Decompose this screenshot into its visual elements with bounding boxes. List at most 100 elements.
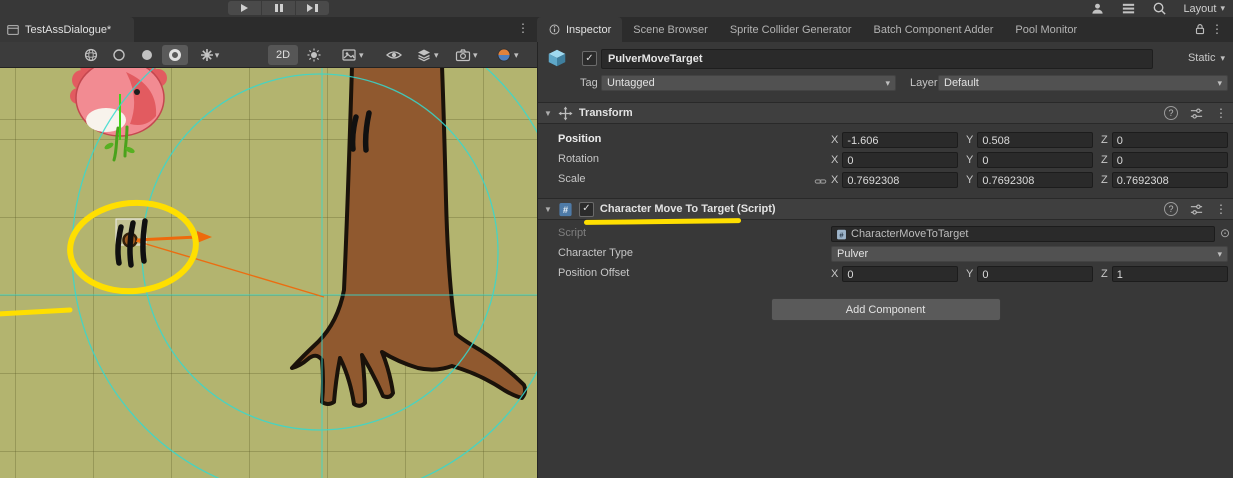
layers-icon: [416, 47, 432, 63]
eye-icon: [386, 47, 402, 63]
chevron-down-icon: ▾: [359, 51, 364, 60]
gameobject-name-field[interactable]: PulverMoveTarget: [601, 49, 1153, 69]
info-icon: [548, 23, 561, 36]
scene-view-tab[interactable]: TestAssDialogue*: [0, 17, 134, 42]
scene-toolbar: ▾ 2D ▾: [0, 42, 537, 68]
gameobject-cube-icon: [546, 47, 568, 69]
lock-icon[interactable]: [1193, 22, 1207, 36]
scene-lighting-button[interactable]: [306, 45, 322, 65]
scale-x-field[interactable]: 0.7692308: [842, 172, 958, 188]
character-type-dropdown[interactable]: Pulver ▾: [831, 246, 1228, 262]
camera-icon: [455, 47, 471, 63]
foldout-icon[interactable]: ▼: [544, 109, 552, 118]
x-axis-label: X: [831, 174, 838, 186]
tab-bar: TestAssDialogue* ⋮ Inspector Scene Brows…: [0, 17, 1233, 42]
tag-dropdown[interactable]: Untagged ▾: [601, 75, 896, 91]
script-label: Script: [558, 227, 586, 239]
component-menu-icon[interactable]: ⋮: [1215, 106, 1227, 120]
scene-tool-button-1[interactable]: [78, 45, 104, 65]
scene-tool-button-5[interactable]: ▾: [190, 45, 228, 65]
script-enabled-checkbox[interactable]: ✓: [579, 202, 594, 217]
step-button[interactable]: [296, 1, 329, 15]
object-picker-icon[interactable]: ⊙: [1220, 227, 1230, 239]
layer-value: Default: [944, 77, 1217, 89]
foldout-icon[interactable]: ▼: [544, 205, 552, 214]
component-menu-icon[interactable]: ⋮: [1215, 202, 1227, 216]
rotation-x-field[interactable]: 0: [842, 152, 958, 168]
play-icon: [241, 4, 248, 12]
rotation-y-field[interactable]: 0: [977, 152, 1093, 168]
inspector-menu-icon[interactable]: ⋮: [1211, 22, 1223, 36]
search-icon[interactable]: [1152, 1, 1167, 16]
account-icon[interactable]: [1090, 1, 1105, 16]
transform-header[interactable]: ▼ Transform ? ⋮: [538, 102, 1233, 124]
sun-icon: [306, 47, 322, 63]
scale-row: Scale X0.7692308 Y0.7692308 Z0.7692308: [538, 170, 1233, 190]
static-dropdown[interactable]: Static ▾: [1188, 52, 1225, 64]
yellow-annotations: [0, 198, 200, 314]
tag-value: Untagged: [607, 77, 885, 89]
x-axis-label: X: [831, 154, 838, 166]
gizmos-dropdown-button[interactable]: ▾: [496, 45, 519, 65]
scene-tool-button-3[interactable]: [134, 45, 160, 65]
scene-tab-menu-icon[interactable]: ⋮: [517, 21, 529, 35]
tab-scene-browser[interactable]: Scene Browser: [622, 17, 719, 42]
chevron-down-icon: ▾: [473, 51, 478, 60]
tab-sprite-collider-generator[interactable]: Sprite Collider Generator: [719, 17, 863, 42]
pause-button[interactable]: [262, 1, 296, 15]
scene-visibility-button[interactable]: [386, 45, 402, 65]
scale-y-field[interactable]: 0.7692308: [977, 172, 1093, 188]
link-constraint-icon[interactable]: [814, 175, 827, 188]
offset-z-field[interactable]: 1: [1112, 266, 1228, 282]
presets-icon[interactable]: [1189, 106, 1204, 121]
tab-label: Pool Monitor: [1015, 24, 1077, 36]
unity-editor-window: Layout ▾ TestAssDialogue* ⋮ Inspector Sc…: [0, 0, 1233, 478]
effects-dropdown-button[interactable]: ▾: [341, 45, 364, 65]
layer-dropdown[interactable]: Default ▾: [938, 75, 1228, 91]
script-component-header[interactable]: ▼ # ✓ Character Move To Target (Script) …: [538, 198, 1233, 220]
position-x-field[interactable]: -1.606: [842, 132, 958, 148]
layers-panel-icon[interactable]: [1121, 1, 1136, 16]
offset-x-field[interactable]: 0: [842, 266, 958, 282]
offset-y-field[interactable]: 0: [977, 266, 1093, 282]
script-value: CharacterMoveToTarget: [851, 228, 968, 240]
character-type-value: Pulver: [837, 248, 1217, 260]
chevron-down-icon: ▾: [1220, 4, 1225, 13]
scene-tool-button-2[interactable]: [106, 45, 132, 65]
help-icon[interactable]: ?: [1164, 202, 1178, 216]
play-button[interactable]: [228, 1, 262, 15]
top-toolbar: Layout ▾: [0, 0, 1233, 18]
svg-text:#: #: [563, 204, 569, 214]
camera-dropdown-button[interactable]: ▾: [455, 45, 478, 65]
scene-tool-button-4[interactable]: [162, 45, 188, 65]
rotation-z-field[interactable]: 0: [1112, 152, 1228, 168]
leaf-left: [103, 141, 114, 150]
scale-z-field[interactable]: 0.7692308: [1112, 172, 1228, 188]
tab-batch-component-adder[interactable]: Batch Component Adder: [863, 17, 1005, 42]
script-component-title: Character Move To Target (Script): [600, 203, 776, 215]
pause-icon: [275, 4, 283, 12]
tab-inspector[interactable]: Inspector: [537, 17, 622, 42]
gameobject-active-checkbox[interactable]: ✓: [582, 51, 597, 66]
script-object-field[interactable]: # CharacterMoveToTarget: [831, 226, 1215, 242]
presets-icon[interactable]: [1189, 202, 1204, 217]
y-axis-label: Y: [966, 134, 973, 146]
2d-mode-button[interactable]: 2D: [268, 45, 298, 65]
position-offset-row: Position Offset X0 Y0 Z1: [538, 264, 1233, 284]
layers-dropdown-button[interactable]: ▾: [416, 45, 439, 65]
layout-dropdown[interactable]: Layout ▾: [1183, 3, 1225, 15]
bird-sprite: [70, 68, 167, 136]
scale-label: Scale: [558, 173, 586, 185]
tag-label: Tag: [580, 77, 598, 89]
script-row: Script # CharacterMoveToTarget ⊙: [538, 224, 1233, 244]
tab-pool-monitor[interactable]: Pool Monitor: [1004, 17, 1088, 42]
help-icon[interactable]: ?: [1164, 106, 1178, 120]
step-icon: [307, 4, 313, 12]
layer-label: Layer: [910, 77, 938, 89]
scene-viewport[interactable]: [0, 68, 537, 478]
position-y-field[interactable]: 0.508: [977, 132, 1093, 148]
position-z-field[interactable]: 0: [1112, 132, 1228, 148]
add-component-button[interactable]: Add Component: [771, 298, 1001, 321]
tree-trunk-sprite: [292, 68, 525, 406]
y-axis-label: Y: [966, 174, 973, 186]
